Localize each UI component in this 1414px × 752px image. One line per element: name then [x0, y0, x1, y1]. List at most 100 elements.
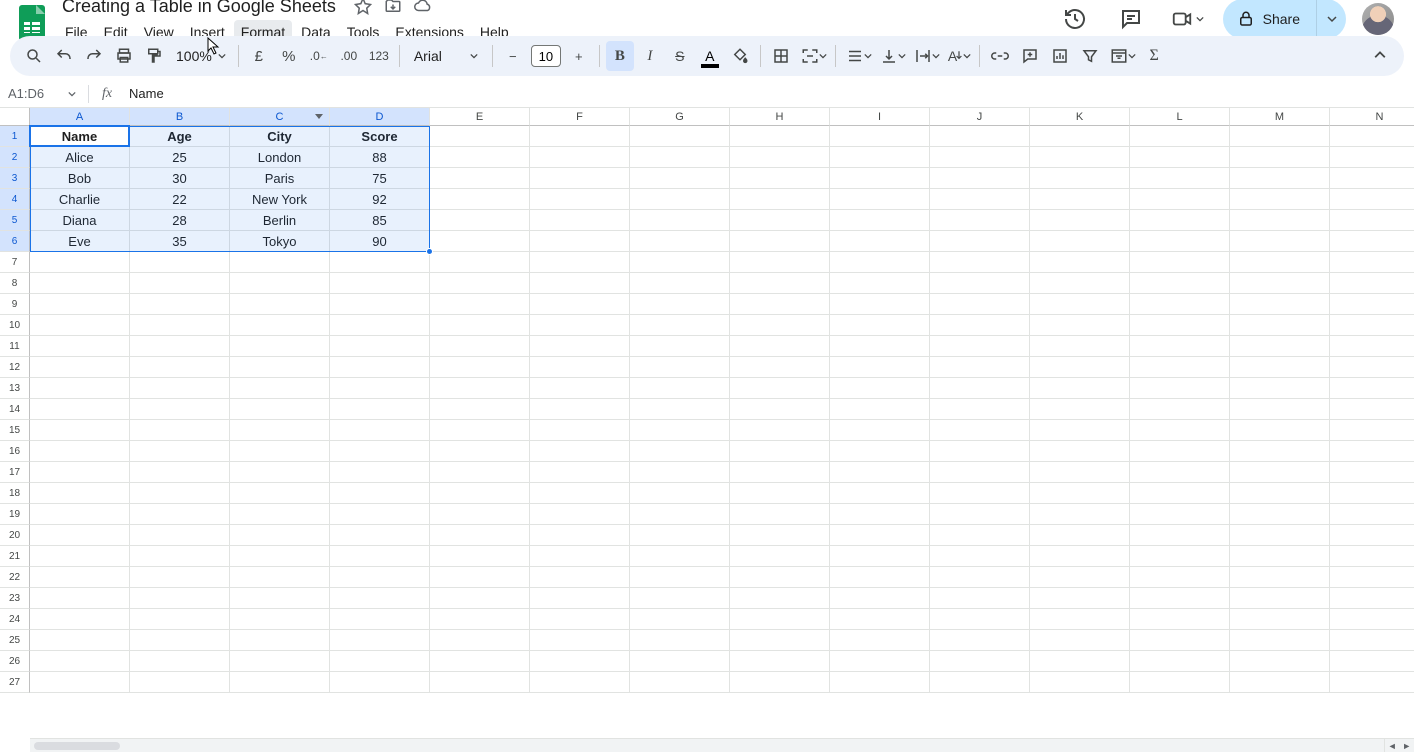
col-header-L[interactable]: L: [1130, 108, 1230, 126]
cell-K23[interactable]: [1030, 588, 1130, 609]
cell-K26[interactable]: [1030, 651, 1130, 672]
cell-H1[interactable]: [730, 126, 830, 147]
cell-C16[interactable]: [230, 441, 330, 462]
cell-D23[interactable]: [330, 588, 430, 609]
cell-C17[interactable]: [230, 462, 330, 483]
cell-A9[interactable]: [30, 294, 130, 315]
cell-E14[interactable]: [430, 399, 530, 420]
cell-J7[interactable]: [930, 252, 1030, 273]
row-header-19[interactable]: 19: [0, 504, 30, 525]
currency-icon[interactable]: £: [245, 41, 273, 71]
cell-M10[interactable]: [1230, 315, 1330, 336]
cell-J9[interactable]: [930, 294, 1030, 315]
borders-button[interactable]: [767, 41, 795, 71]
row-header-5[interactable]: 5: [0, 210, 30, 231]
cell-A16[interactable]: [30, 441, 130, 462]
cell-K1[interactable]: [1030, 126, 1130, 147]
row-header-26[interactable]: 26: [0, 651, 30, 672]
cell-G27[interactable]: [630, 672, 730, 693]
cell-J18[interactable]: [930, 483, 1030, 504]
cell-L12[interactable]: [1130, 357, 1230, 378]
cell-N23[interactable]: [1330, 588, 1414, 609]
cell-N18[interactable]: [1330, 483, 1414, 504]
cell-M22[interactable]: [1230, 567, 1330, 588]
cell-B11[interactable]: [130, 336, 230, 357]
cell-G14[interactable]: [630, 399, 730, 420]
cell-L25[interactable]: [1130, 630, 1230, 651]
cell-A1[interactable]: Name: [30, 126, 130, 147]
cell-F13[interactable]: [530, 378, 630, 399]
cell-N3[interactable]: [1330, 168, 1414, 189]
cell-B21[interactable]: [130, 546, 230, 567]
cell-M7[interactable]: [1230, 252, 1330, 273]
cell-J27[interactable]: [930, 672, 1030, 693]
cell-H26[interactable]: [730, 651, 830, 672]
cell-N9[interactable]: [1330, 294, 1414, 315]
cell-K17[interactable]: [1030, 462, 1130, 483]
cell-C19[interactable]: [230, 504, 330, 525]
cell-I27[interactable]: [830, 672, 930, 693]
cell-F19[interactable]: [530, 504, 630, 525]
cell-D27[interactable]: [330, 672, 430, 693]
cell-I16[interactable]: [830, 441, 930, 462]
cell-J21[interactable]: [930, 546, 1030, 567]
font-size-input[interactable]: [531, 45, 561, 67]
cell-E24[interactable]: [430, 609, 530, 630]
cell-C20[interactable]: [230, 525, 330, 546]
move-icon[interactable]: [384, 0, 402, 15]
cell-B10[interactable]: [130, 315, 230, 336]
cell-E6[interactable]: [430, 231, 530, 252]
cell-L11[interactable]: [1130, 336, 1230, 357]
cell-C8[interactable]: [230, 273, 330, 294]
cell-C22[interactable]: [230, 567, 330, 588]
account-avatar[interactable]: [1362, 3, 1394, 35]
cell-A19[interactable]: [30, 504, 130, 525]
cell-F23[interactable]: [530, 588, 630, 609]
selection-handle[interactable]: [426, 248, 433, 255]
cell-K20[interactable]: [1030, 525, 1130, 546]
scrollbar-thumb[interactable]: [34, 742, 120, 750]
horizontal-align-button[interactable]: [842, 41, 874, 71]
col-header-C[interactable]: C: [230, 108, 330, 126]
row-header-14[interactable]: 14: [0, 399, 30, 420]
cell-L3[interactable]: [1130, 168, 1230, 189]
cell-H25[interactable]: [730, 630, 830, 651]
cell-N8[interactable]: [1330, 273, 1414, 294]
row-header-24[interactable]: 24: [0, 609, 30, 630]
cell-L23[interactable]: [1130, 588, 1230, 609]
cell-K14[interactable]: [1030, 399, 1130, 420]
cell-N21[interactable]: [1330, 546, 1414, 567]
cell-M26[interactable]: [1230, 651, 1330, 672]
cell-G4[interactable]: [630, 189, 730, 210]
cell-H3[interactable]: [730, 168, 830, 189]
cell-A15[interactable]: [30, 420, 130, 441]
merge-cells-button[interactable]: [797, 41, 829, 71]
cell-C9[interactable]: [230, 294, 330, 315]
cell-H15[interactable]: [730, 420, 830, 441]
cell-A14[interactable]: [30, 399, 130, 420]
cell-A11[interactable]: [30, 336, 130, 357]
cell-C21[interactable]: [230, 546, 330, 567]
cell-C23[interactable]: [230, 588, 330, 609]
cell-A2[interactable]: Alice: [30, 147, 130, 168]
cell-H9[interactable]: [730, 294, 830, 315]
cell-J12[interactable]: [930, 357, 1030, 378]
cell-E11[interactable]: [430, 336, 530, 357]
cell-G6[interactable]: [630, 231, 730, 252]
font-select[interactable]: Arial: [406, 48, 486, 64]
col-header-B[interactable]: B: [130, 108, 230, 126]
cell-I15[interactable]: [830, 420, 930, 441]
cell-F11[interactable]: [530, 336, 630, 357]
insert-link-button[interactable]: [986, 41, 1014, 71]
cell-K15[interactable]: [1030, 420, 1130, 441]
cell-M2[interactable]: [1230, 147, 1330, 168]
cell-J10[interactable]: [930, 315, 1030, 336]
cell-M6[interactable]: [1230, 231, 1330, 252]
cell-N2[interactable]: [1330, 147, 1414, 168]
cell-K13[interactable]: [1030, 378, 1130, 399]
cell-C3[interactable]: Paris: [230, 168, 330, 189]
cell-E8[interactable]: [430, 273, 530, 294]
cell-B16[interactable]: [130, 441, 230, 462]
cell-C4[interactable]: New York: [230, 189, 330, 210]
cell-E17[interactable]: [430, 462, 530, 483]
